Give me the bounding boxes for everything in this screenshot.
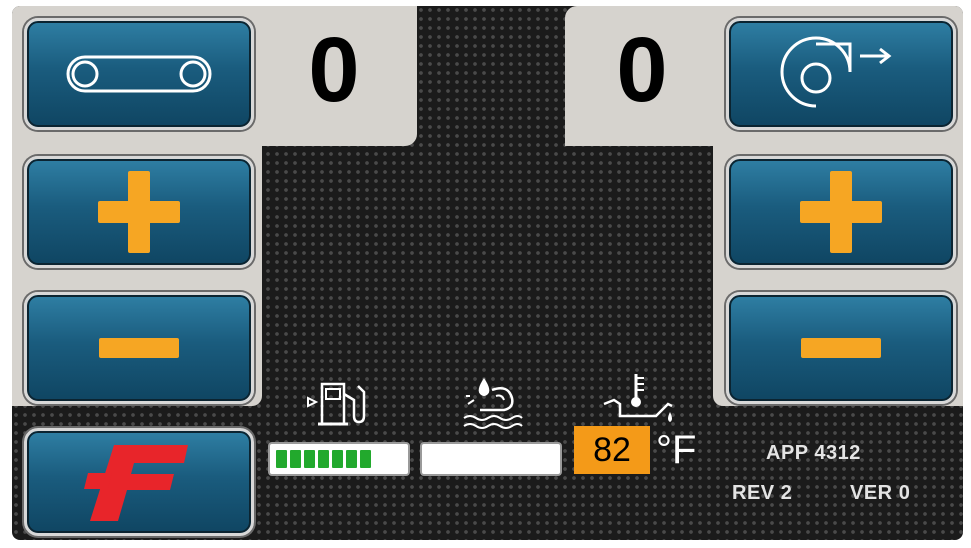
right-minus-button[interactable] — [726, 292, 956, 404]
oil-temperature-unit: °F — [656, 428, 697, 472]
fuel-level-segments — [276, 450, 371, 468]
rev-value: 2 — [780, 482, 793, 504]
oil-temperature-value: 82 — [574, 426, 650, 474]
right-counter-value: 0 — [616, 19, 668, 121]
water-level-bar — [420, 442, 562, 476]
minus-icon — [801, 338, 881, 358]
brand-f-logo — [84, 441, 194, 523]
hmi-screen: 0 0 82 °F APP 4312 REV 2 VER 0 — [12, 6, 963, 540]
app-label: APP 4312 — [766, 442, 861, 465]
ver-value: 0 — [898, 482, 911, 504]
ver-label: VER 0 — [850, 482, 910, 505]
conveyor-belt-icon — [64, 49, 214, 99]
app-value: 4312 — [814, 442, 861, 464]
brand-logo-button[interactable] — [24, 428, 254, 536]
water-contamination-icon — [456, 374, 526, 434]
rev-label-text: REV — [732, 482, 775, 504]
plus-icon — [98, 171, 180, 253]
blower-button[interactable] — [726, 18, 956, 130]
oil-temperature-icon — [600, 370, 676, 426]
left-counter-value: 0 — [308, 19, 360, 121]
left-minus-button[interactable] — [24, 292, 254, 404]
left-plus-button[interactable] — [24, 156, 254, 268]
fuel-level-bar — [268, 442, 410, 476]
fuel-pump-icon — [306, 378, 376, 428]
blower-fan-icon — [776, 34, 906, 114]
ver-label-text: VER — [850, 482, 893, 504]
rev-label: REV 2 — [732, 482, 792, 505]
right-plus-button[interactable] — [726, 156, 956, 268]
minus-icon — [99, 338, 179, 358]
app-label-text: APP — [766, 442, 809, 464]
plus-icon — [800, 171, 882, 253]
conveyor-button[interactable] — [24, 18, 254, 130]
